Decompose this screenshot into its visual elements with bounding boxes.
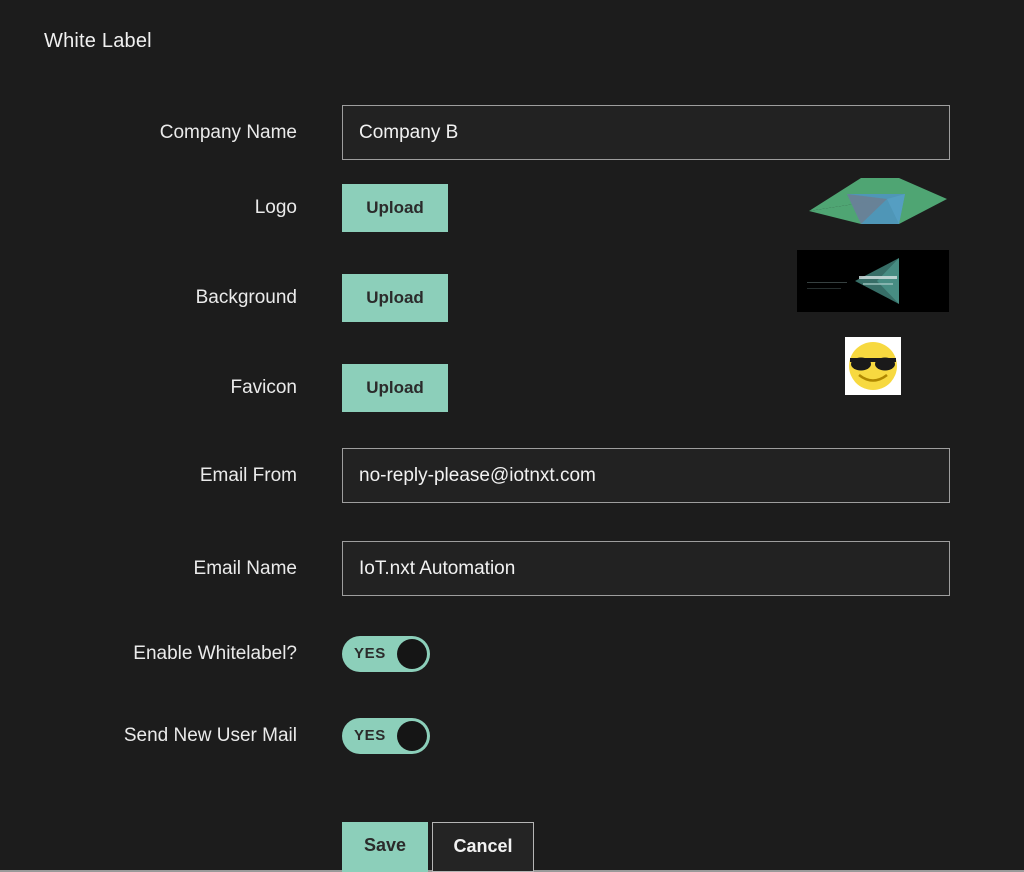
- email-from-input[interactable]: no-reply-please@iotnxt.com: [342, 448, 950, 503]
- label-enable-whitelabel: Enable Whitelabel?: [133, 643, 297, 664]
- form-row-email-from: Email From no-reply-please@iotnxt.com: [0, 448, 1024, 503]
- cancel-button[interactable]: Cancel: [432, 822, 534, 872]
- logo-upload-button[interactable]: Upload: [342, 184, 448, 232]
- background-upload-button[interactable]: Upload: [342, 274, 448, 322]
- favicon-upload-button[interactable]: Upload: [342, 364, 448, 412]
- form-row-background: Background Upload: [0, 250, 1024, 322]
- save-button[interactable]: Save: [342, 822, 428, 872]
- label-background: Background: [195, 287, 297, 308]
- control-logo: Upload: [342, 166, 1024, 236]
- background-image: [797, 250, 949, 312]
- control-background: Upload: [342, 250, 1024, 322]
- favicon-preview: [845, 337, 901, 395]
- control-favicon: Upload: [342, 337, 1024, 412]
- background-preview: [797, 250, 949, 312]
- white-label-form: Company Name Company B Logo Upload Backg…: [0, 105, 1024, 754]
- label-logo: Logo: [254, 197, 297, 218]
- enable-whitelabel-toggle-state: YES: [354, 645, 386, 662]
- form-row-logo: Logo Upload: [0, 166, 1024, 236]
- enable-whitelabel-toggle[interactable]: YES: [342, 636, 430, 672]
- control-send-new-user-mail: YES: [342, 718, 1024, 754]
- toggle-knob-icon: [397, 639, 427, 669]
- form-row-email-name: Email Name IoT.nxt Automation: [0, 541, 1024, 596]
- control-enable-whitelabel: YES: [342, 636, 1024, 672]
- logo-image: [809, 178, 947, 224]
- company-name-input[interactable]: Company B: [342, 105, 950, 160]
- form-row-send-new-user-mail: Send New User Mail YES: [0, 718, 1024, 754]
- control-email-from: no-reply-please@iotnxt.com: [342, 448, 1024, 503]
- label-company-name: Company Name: [159, 122, 297, 143]
- email-name-input[interactable]: IoT.nxt Automation: [342, 541, 950, 596]
- toggle-knob-icon: [397, 721, 427, 751]
- form-row-enable-whitelabel: Enable Whitelabel? YES: [0, 636, 1024, 672]
- favicon-image: [845, 337, 901, 395]
- send-new-user-mail-toggle[interactable]: YES: [342, 718, 430, 754]
- form-actions: Save Cancel: [342, 822, 534, 872]
- page-title: White Label: [44, 30, 152, 52]
- form-row-company-name: Company Name Company B: [0, 105, 1024, 160]
- label-favicon: Favicon: [230, 377, 297, 398]
- label-email-name: Email Name: [193, 558, 297, 579]
- control-email-name: IoT.nxt Automation: [342, 541, 1024, 596]
- form-row-favicon: Favicon Upload: [0, 337, 1024, 412]
- label-send-new-user-mail: Send New User Mail: [123, 725, 297, 746]
- control-company-name: Company B: [342, 105, 1024, 160]
- logo-preview: [801, 166, 953, 236]
- send-new-user-mail-toggle-state: YES: [354, 727, 386, 744]
- label-email-from: Email From: [199, 465, 297, 486]
